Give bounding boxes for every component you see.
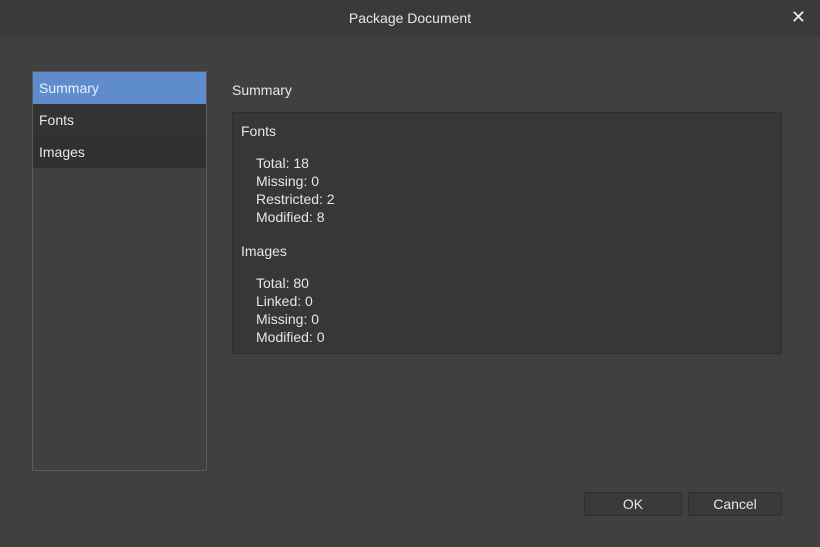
sidebar-item-fonts[interactable]: Fonts	[33, 104, 206, 136]
fonts-restricted: Restricted: 2	[256, 191, 335, 207]
summary-panel: Fonts Total: 18 Missing: 0 Restricted: 2…	[232, 112, 782, 354]
fonts-missing: Missing: 0	[256, 173, 320, 189]
images-total: Total: 80	[256, 275, 309, 291]
page-title: Summary	[232, 82, 292, 98]
fonts-heading: Fonts	[241, 123, 277, 139]
sidebar: Summary Fonts Images	[32, 71, 207, 471]
sidebar-item-summary[interactable]: Summary	[33, 72, 206, 104]
images-modified: Modified: 0	[256, 329, 325, 345]
cancel-button[interactable]: Cancel	[688, 492, 782, 516]
images-missing: Missing: 0	[256, 311, 320, 327]
ok-button[interactable]: OK	[584, 492, 682, 516]
dialog-title: Package Document	[348, 10, 472, 26]
images-heading: Images	[241, 243, 287, 259]
sidebar-item-images[interactable]: Images	[33, 136, 206, 168]
title-bar: Package Document ✕	[0, 0, 820, 36]
fonts-total: Total: 18	[256, 155, 309, 171]
close-icon[interactable]: ✕	[791, 7, 806, 28]
fonts-modified: Modified: 8	[256, 209, 325, 225]
images-linked: Linked: 0	[256, 293, 313, 309]
